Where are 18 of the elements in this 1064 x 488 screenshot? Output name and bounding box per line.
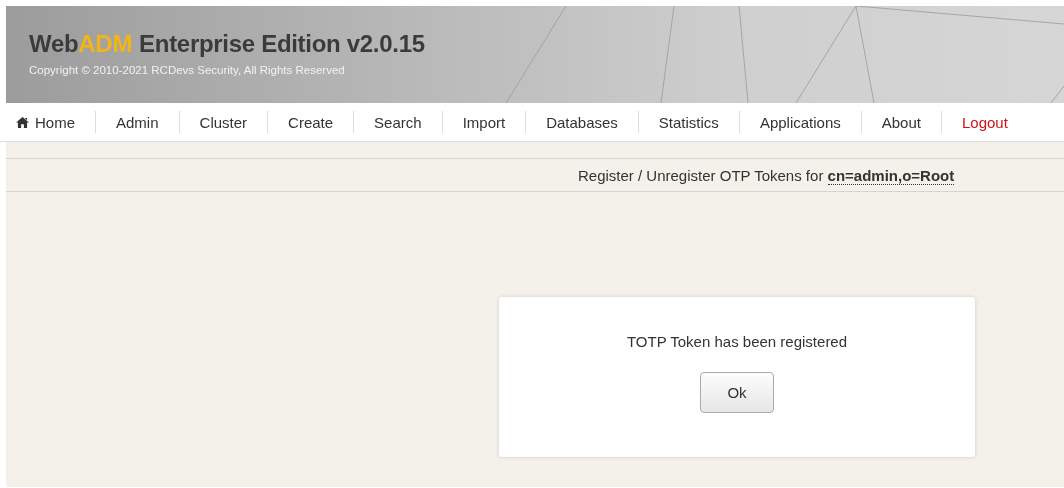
nav-link[interactable]: Applications: [739, 113, 861, 131]
user-link[interactable]: cn=admin,o=Root: [827, 166, 955, 185]
page-heading: Register / Unregister OTP Tokens for cn=admin,o=Root: [578, 166, 955, 184]
nav-link[interactable]: Create: [268, 113, 354, 131]
nav-link[interactable]: Home: [12, 113, 95, 131]
copyright-text: Copyright © 2010-2021 RCDevs Security, All Rights Reserved: [29, 64, 346, 76]
home-icon: [16, 116, 29, 128]
nav-link[interactable]: Databases: [526, 113, 638, 131]
nav-link[interactable]: Search: [354, 113, 442, 131]
nav-link[interactable]: About: [861, 113, 941, 131]
app-title: WebADM Enterprise Edition v2.0.15: [29, 30, 426, 58]
ok-button[interactable]: Ok: [700, 372, 774, 413]
nav-link[interactable]: Import: [442, 113, 526, 131]
nav-link[interactable]: Statistics: [638, 113, 739, 131]
nav-link[interactable]: Logout: [941, 113, 1028, 131]
dialog-message: TOTP Token has been registered: [626, 333, 848, 350]
nav-link[interactable]: Cluster: [179, 113, 268, 131]
nav-link[interactable]: Admin: [96, 113, 179, 131]
